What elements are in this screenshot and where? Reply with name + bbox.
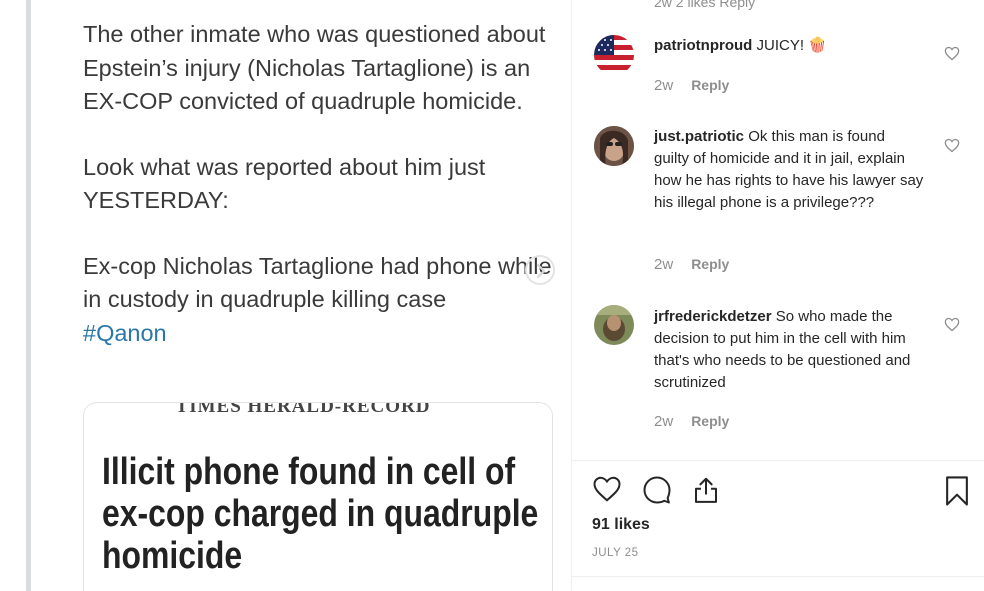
news-headline: Illicit phone found in cell of ex-cop ch… — [102, 451, 539, 577]
hashtag-link[interactable]: #Qanon — [83, 317, 553, 351]
us-flag-avatar[interactable] — [594, 35, 634, 75]
us-flag-icon — [594, 35, 634, 75]
share-icon[interactable] — [691, 475, 721, 505]
post-date[interactable]: JULY 25 — [592, 547, 639, 559]
user-photo-icon — [594, 305, 634, 345]
likes-count[interactable]: 91 likes — [592, 516, 650, 534]
heart-icon[interactable] — [944, 317, 960, 332]
post-paragraph-3-text: Ex-cop Nicholas Tartaglione had phone wh… — [83, 252, 552, 313]
comment-text: patriotnproud JUICY! 🍿 — [654, 35, 924, 57]
comment-age[interactable]: 2w — [654, 413, 673, 430]
reply-button[interactable]: Reply — [691, 77, 729, 93]
comment-text: jrfrederickdetzer So who made the decisi… — [654, 306, 924, 394]
heart-icon[interactable] — [944, 46, 960, 61]
person-avatar[interactable] — [594, 126, 634, 166]
heart-icon[interactable] — [592, 475, 622, 503]
comments-section: 2w 2 likes Reply patriotnproud JUICY! 🍿 … — [572, 0, 984, 460]
comment-message: JUICY! 🍿 — [756, 37, 827, 54]
bookmark-icon[interactable] — [944, 475, 970, 507]
reply-button[interactable]: Reply — [691, 413, 729, 429]
comment-meta: 2w Reply — [654, 77, 729, 94]
reply-button[interactable]: Reply — [691, 256, 729, 272]
user-photo-icon — [594, 126, 634, 166]
news-masthead: TIMES HERALD-RECORD — [175, 402, 431, 417]
chevron-right-icon — [536, 264, 546, 278]
post-paragraph-2: Look what was reported about him just YE… — [83, 153, 486, 214]
bottom-divider — [572, 576, 984, 577]
news-card: TIMES HERALD-RECORD Illicit phone found … — [83, 402, 553, 591]
comment-age[interactable]: 2w — [654, 77, 673, 94]
comment-meta: 2w Reply — [654, 256, 729, 273]
comment-username[interactable]: just.patriotic — [654, 128, 744, 145]
headline-line-2: ex-cop charged in quadruple — [102, 493, 539, 535]
comment-text: just.patriotic Ok this man is found guil… — [654, 126, 924, 214]
comment-icon[interactable] — [641, 475, 673, 505]
post-paragraph-1: The other inmate who was questioned abou… — [83, 21, 546, 114]
headline-line-1: Illicit phone found in cell of — [102, 451, 516, 493]
person-avatar[interactable] — [594, 305, 634, 345]
previous-comment-meta: 2w 2 likes Reply — [654, 0, 756, 10]
post-paragraph-3: Ex-cop Nicholas Tartaglione had phone wh… — [83, 250, 553, 351]
post-image: The other inmate who was questioned abou… — [31, 0, 571, 591]
comment-username[interactable]: patriotnproud — [654, 37, 752, 54]
comment-age[interactable]: 2w — [654, 256, 673, 273]
comment-meta: 2w Reply — [654, 413, 729, 430]
post-text: The other inmate who was questioned abou… — [83, 18, 553, 350]
heart-icon[interactable] — [944, 138, 960, 153]
comment-username[interactable]: jrfrederickdetzer — [654, 308, 772, 325]
next-image-button[interactable] — [525, 255, 555, 285]
headline-line-3: homicide — [102, 535, 243, 577]
post-actions: 91 likes JULY 25 — [572, 461, 984, 591]
